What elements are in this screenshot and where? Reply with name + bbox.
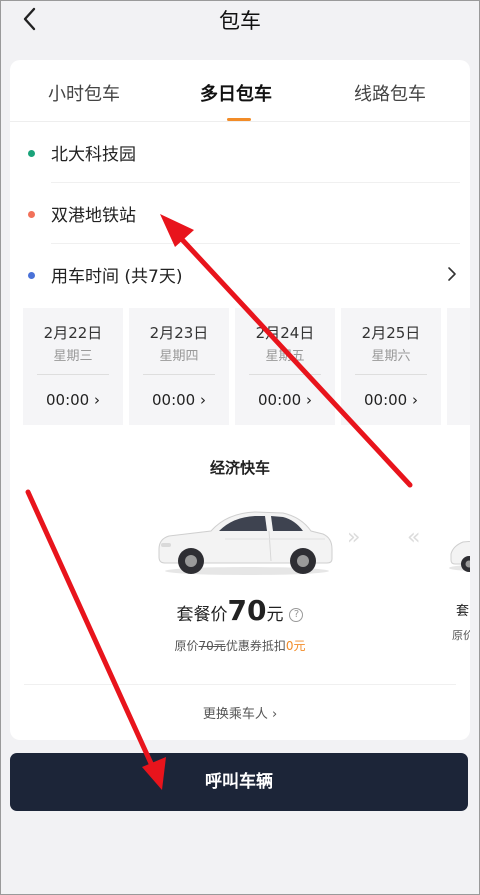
- pickup-location-row[interactable]: 北大科技园: [10, 122, 470, 183]
- price-unit: 元: [266, 605, 284, 625]
- scroll-left-chevrons-icon: «: [407, 525, 421, 550]
- call-vehicle-button[interactable]: 呼叫车辆: [10, 753, 468, 811]
- info-icon[interactable]: ?: [289, 608, 304, 622]
- coupon-value: 0元: [285, 639, 306, 653]
- day-time[interactable]: 00:00 ›: [235, 391, 335, 409]
- day-date: 2月24日: [255, 324, 315, 342]
- divider: [24, 684, 456, 685]
- day-weekday: 星期六: [371, 349, 411, 364]
- tab-bar: 小时包车 多日包车 线路包车: [10, 60, 470, 122]
- vehicle-type-title: 经济快车: [209, 459, 270, 477]
- destination-dot-icon: [28, 211, 35, 218]
- next-car-price: 套: [456, 604, 470, 619]
- destination-row[interactable]: 双港地铁站: [10, 183, 470, 244]
- divider: [355, 374, 427, 375]
- tab-route[interactable]: 线路包车: [354, 80, 426, 106]
- original-price-prefix: 原价: [174, 639, 199, 653]
- tab-hourly[interactable]: 小时包车: [48, 80, 120, 106]
- price-prefix: 套餐价: [176, 605, 228, 625]
- destination-location: 双港地铁站: [51, 206, 136, 226]
- package-price: 套餐价70元?: [10, 594, 470, 627]
- tab-multi-day[interactable]: 多日包车: [200, 80, 272, 106]
- day-card[interactable]: 2月22日 星期三 00:00 ›: [23, 308, 123, 425]
- day-weekday: 星期三: [53, 349, 93, 364]
- header: 包车: [0, 0, 480, 44]
- divider: [143, 374, 215, 375]
- day-card[interactable]: 2月25日 星期六 00:00 ›: [341, 308, 441, 425]
- scroll-right-chevrons-icon: »: [347, 525, 361, 550]
- price-value: 70: [227, 594, 267, 627]
- pickup-location: 北大科技园: [51, 145, 136, 165]
- usage-time-label: 用车时间 (共7天): [51, 267, 183, 287]
- time-dot-icon: [28, 272, 35, 279]
- day-weekday: 星期五: [265, 349, 305, 364]
- day-date: 2月23日: [149, 324, 209, 342]
- day-card[interactable]: 2月23日 星期四 00:00 ›: [129, 308, 229, 425]
- day-card[interactable]: 2月24日 星期五 00:00 ›: [235, 308, 335, 425]
- original-price-line: 原价70元优惠券抵扣0元: [10, 637, 470, 654]
- day-time[interactable]: 00:00 ›: [23, 391, 123, 409]
- day-card-peek[interactable]: [447, 308, 470, 425]
- day-date: 2月25日: [361, 324, 421, 342]
- original-price: 70元: [198, 639, 226, 653]
- booking-card: 小时包车 多日包车 线路包车 北大科技园 双港地铁站 用车时间 (共7天) 2月…: [10, 60, 470, 740]
- divider: [37, 374, 109, 375]
- tab-active-indicator: [227, 118, 251, 121]
- chevron-right-icon[interactable]: [446, 266, 458, 282]
- next-car-original-price: 原价: [452, 629, 470, 642]
- car-icon: [158, 511, 333, 575]
- day-time[interactable]: 00:00 ›: [129, 391, 229, 409]
- coupon-label: 优惠券抵扣: [225, 639, 286, 653]
- pickup-dot-icon: [28, 150, 35, 157]
- next-car-icon[interactable]: [447, 526, 470, 572]
- day-time[interactable]: 00:00 ›: [341, 391, 441, 409]
- day-date: 2月22日: [43, 324, 103, 342]
- day-list: 2月22日 星期三 00:00 › 2月23日 星期四 00:00 › 2月24…: [23, 308, 470, 425]
- day-weekday: 星期四: [159, 349, 199, 364]
- change-passenger-link[interactable]: 更换乘车人 ›: [10, 703, 470, 722]
- divider: [249, 374, 321, 375]
- usage-time-row[interactable]: 用车时间 (共7天): [10, 244, 470, 305]
- page-title: 包车: [219, 9, 261, 33]
